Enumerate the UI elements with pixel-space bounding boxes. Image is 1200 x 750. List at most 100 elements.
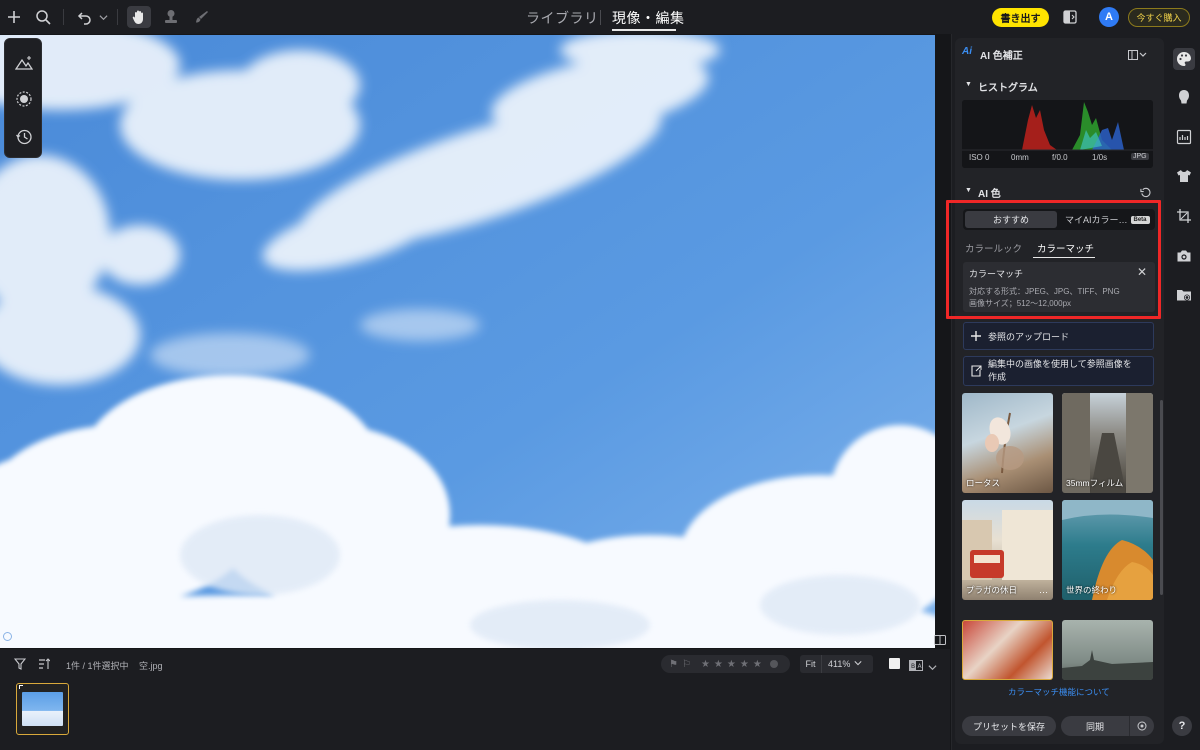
filter-icon[interactable] bbox=[13, 657, 27, 675]
collapse-triangle-icon[interactable]: ▼ bbox=[965, 81, 972, 88]
flag-icon[interactable]: ⚑ bbox=[669, 659, 678, 670]
upload-reference-button[interactable]: 参照のアップロード bbox=[963, 322, 1154, 350]
preset-label: 35mmフィルム bbox=[1066, 478, 1124, 488]
preset-cityscape[interactable] bbox=[1062, 620, 1153, 680]
preset-prague-holiday[interactable]: プラガの休日 ··· bbox=[962, 500, 1053, 600]
fit-button[interactable]: Fit bbox=[800, 655, 822, 673]
filename-label: 空.jpg bbox=[139, 661, 163, 671]
palette-icon[interactable] bbox=[1173, 48, 1195, 70]
card-title: カラーマッチ bbox=[969, 269, 1024, 279]
mask-icon[interactable] bbox=[14, 89, 34, 109]
undo-icon[interactable] bbox=[74, 6, 96, 28]
ai-icon: Ai bbox=[962, 46, 972, 57]
search-icon[interactable] bbox=[33, 6, 53, 28]
preset-abstract[interactable] bbox=[962, 620, 1053, 680]
rating-stars[interactable]: ⚑ ⚐ ★ ★ ★ ★ ★ bbox=[661, 655, 790, 673]
exif-iso: ISO 0 bbox=[969, 153, 990, 162]
tab-color-look[interactable]: カラールック bbox=[965, 241, 1022, 255]
active-tab-indicator bbox=[612, 29, 676, 31]
camera-icon[interactable] bbox=[1175, 247, 1193, 265]
texture-icon[interactable] bbox=[1175, 128, 1193, 146]
export-button[interactable]: 書き出す bbox=[992, 8, 1049, 27]
star-icon[interactable]: ★ bbox=[727, 659, 736, 670]
tab-library[interactable]: ライブラリ bbox=[526, 8, 599, 28]
chevron-down-icon[interactable] bbox=[928, 659, 937, 677]
tab-color-match[interactable]: カラーマッチ bbox=[1037, 241, 1094, 255]
top-toolbar: ライブラリ 現像・編集 書き出す A 今すぐ購入 bbox=[0, 0, 1200, 34]
preset-lotus[interactable]: ロータス bbox=[962, 393, 1053, 493]
histogram-title[interactable]: ヒストグラム bbox=[978, 79, 1038, 94]
avatar[interactable]: A bbox=[1099, 7, 1119, 27]
zoom-value[interactable]: 411% bbox=[822, 659, 850, 669]
before-after-icon[interactable]: BA bbox=[909, 658, 923, 676]
sky-photo bbox=[0, 35, 935, 648]
collapse-triangle-icon[interactable]: ▼ bbox=[965, 187, 972, 194]
seg-recommended[interactable]: おすすめ bbox=[965, 211, 1057, 228]
ai-color-segmented-control: おすすめ マイAIカラー… Beta bbox=[963, 209, 1155, 230]
selection-count: 1件 / 1件選択中 bbox=[66, 661, 129, 671]
more-options-icon[interactable]: ··· bbox=[1039, 587, 1048, 597]
seg-my-ai-color[interactable]: マイAIカラー… Beta bbox=[1065, 211, 1150, 228]
panel-toggle-icon[interactable] bbox=[934, 632, 946, 645]
export-doc-icon bbox=[964, 365, 988, 377]
zoom-control[interactable]: Fit 411% bbox=[800, 655, 873, 673]
star-icon[interactable]: ★ bbox=[753, 659, 762, 670]
sync-label: 同期 bbox=[1085, 721, 1104, 732]
shirt-icon[interactable] bbox=[1175, 167, 1193, 185]
exif-shutter: 1/0s bbox=[1092, 153, 1108, 162]
card-formats: 対応する形式：JPEG、JPG、TIFF、PNG bbox=[969, 287, 1120, 296]
star-icon[interactable]: ★ bbox=[740, 659, 749, 670]
canvas-info-icon[interactable] bbox=[3, 632, 12, 641]
create-reference-line1: 編集中の画像を使用して参照画像を bbox=[988, 359, 1132, 369]
card-size: 画像サイズ；512〜12,000px bbox=[969, 299, 1072, 308]
edited-badge-icon bbox=[19, 685, 23, 689]
about-color-match-link[interactable]: カラーマッチ機能について bbox=[1008, 686, 1110, 698]
preset-35mm-film[interactable]: 35mmフィルム bbox=[1062, 393, 1153, 493]
sort-icon[interactable] bbox=[38, 657, 51, 675]
svg-text:A: A bbox=[918, 663, 923, 670]
star-icon[interactable]: ★ bbox=[714, 659, 723, 670]
sync-settings-icon[interactable] bbox=[1129, 716, 1154, 736]
image-canvas[interactable] bbox=[0, 35, 935, 648]
hand-icon[interactable] bbox=[127, 6, 151, 28]
history-icon[interactable] bbox=[14, 127, 34, 147]
app-window: ライブラリ 現像・編集 書き出す A 今すぐ購入 1件 / 1件選択中 空.jp… bbox=[0, 0, 1200, 750]
folder-icon[interactable] bbox=[1175, 286, 1193, 304]
filmstrip-thumbnail[interactable] bbox=[16, 683, 69, 735]
brush-icon[interactable] bbox=[191, 6, 213, 28]
color-match-info-card: カラーマッチ ✕ 対応する形式：JPEG、JPG、TIFF、PNG 画像サイズ；… bbox=[963, 262, 1155, 312]
help-icon[interactable]: ? bbox=[1172, 716, 1192, 736]
exif-format: JPG bbox=[1131, 153, 1149, 160]
sync-button[interactable]: 同期 bbox=[1061, 716, 1154, 736]
create-reference-button[interactable]: 編集中の画像を使用して参照画像を 作成 bbox=[963, 356, 1154, 386]
panel-scrollbar[interactable] bbox=[1160, 400, 1163, 595]
view-single-icon[interactable] bbox=[889, 658, 900, 669]
crop-icon[interactable] bbox=[1175, 207, 1193, 225]
chevron-down-icon[interactable] bbox=[854, 659, 862, 669]
save-preset-button[interactable]: プリセットを保存 bbox=[962, 716, 1056, 736]
preset-label: ロータス bbox=[966, 478, 1001, 488]
seg-my-ai-label: マイAIカラー… bbox=[1065, 215, 1128, 225]
close-icon[interactable]: ✕ bbox=[1137, 265, 1147, 279]
create-reference-line2: 作成 bbox=[988, 372, 1007, 382]
tab-develop[interactable]: 現像・編集 bbox=[612, 8, 685, 28]
ai-scene-icon[interactable] bbox=[14, 53, 34, 73]
plus-icon[interactable] bbox=[4, 6, 24, 28]
panel-layout-icon[interactable] bbox=[1128, 47, 1148, 65]
stamp-icon[interactable] bbox=[160, 6, 182, 28]
preset-label: 世界の終わり bbox=[1066, 585, 1118, 595]
exif-focal: 0mm bbox=[1011, 153, 1029, 162]
create-reference-text: 編集中の画像を使用して参照画像を 作成 bbox=[988, 358, 1132, 384]
panel-title: AI 色補正 bbox=[980, 51, 1023, 62]
color-label-icon[interactable] bbox=[769, 660, 778, 668]
compare-icon[interactable] bbox=[1060, 6, 1080, 28]
buy-now-button[interactable]: 今すぐ購入 bbox=[1128, 8, 1190, 27]
reject-flag-icon[interactable]: ⚐ bbox=[682, 659, 691, 670]
star-icon[interactable]: ★ bbox=[701, 659, 710, 670]
chevron-down-icon[interactable] bbox=[97, 6, 109, 28]
ai-color-title[interactable]: AI 色 bbox=[978, 185, 1001, 200]
preset-end-of-world[interactable]: 世界の終わり bbox=[1062, 500, 1153, 600]
reset-icon[interactable] bbox=[1140, 185, 1151, 203]
plus-icon bbox=[964, 330, 988, 342]
face-icon[interactable] bbox=[1175, 88, 1193, 106]
